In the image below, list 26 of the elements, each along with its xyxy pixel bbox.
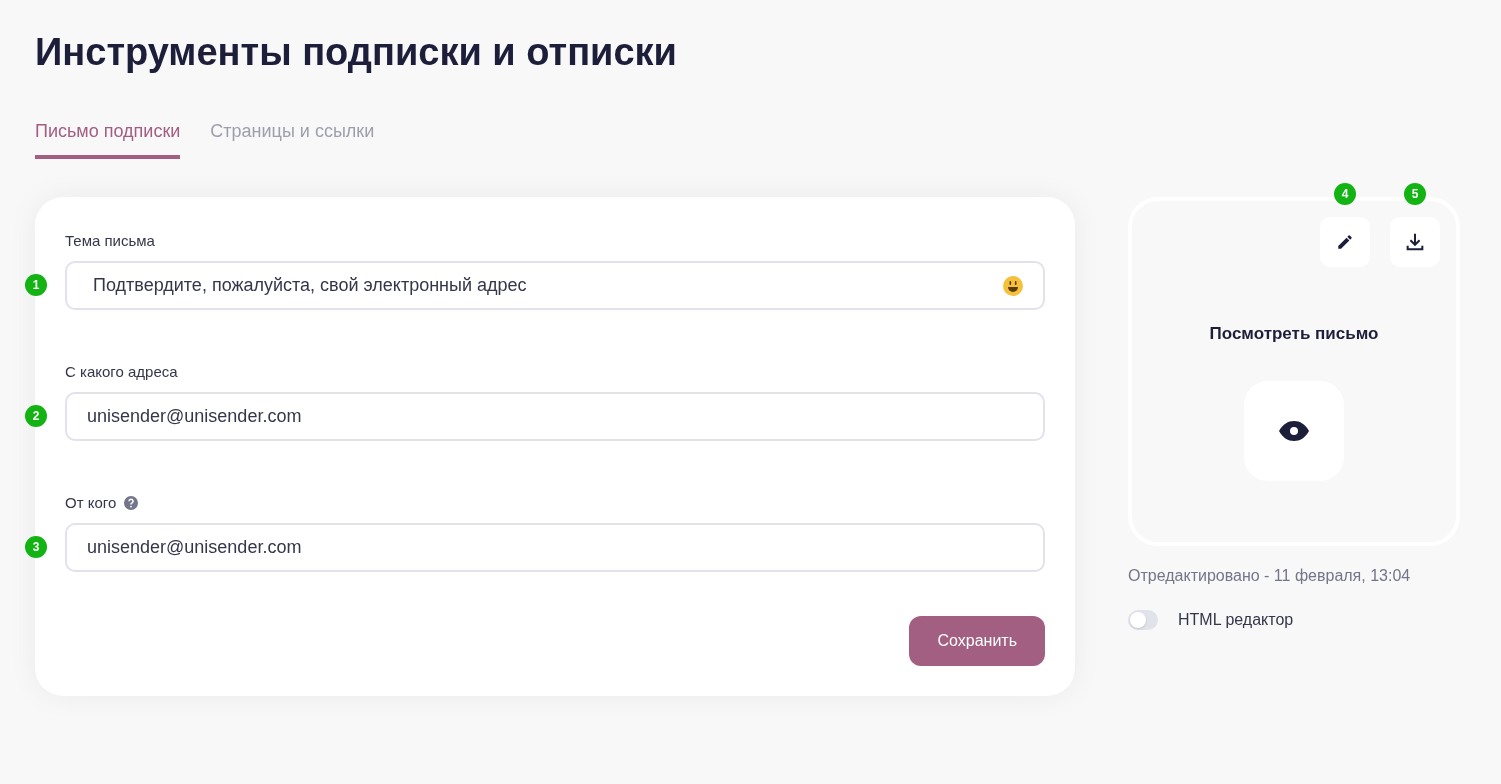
toggle-label: HTML редактор bbox=[1178, 610, 1294, 630]
text-field[interactable]: Подтвердите, пожалуйста, свой электронный адрес bbox=[65, 261, 1045, 310]
preview-title: Посмотреть письмо bbox=[1209, 323, 1379, 345]
field-label: От кого bbox=[65, 493, 117, 513]
number-marker: 4 bbox=[1334, 183, 1356, 205]
number-marker: 2 bbox=[25, 405, 47, 427]
edited-info: Отредактировано - 11 февраля, 13:04 bbox=[1128, 566, 1412, 586]
text-field[interactable]: unisender@unisender.com bbox=[65, 392, 1045, 441]
number-marker: 1 bbox=[25, 274, 47, 296]
emoji-icon[interactable] bbox=[1003, 275, 1023, 296]
number-marker: 3 bbox=[25, 536, 47, 558]
field-label: С какого адреса bbox=[65, 362, 178, 382]
toggle-switch[interactable] bbox=[1128, 610, 1158, 630]
save-button[interactable]: Сохранить bbox=[909, 616, 1045, 666]
field-label: Тема письма bbox=[65, 231, 155, 251]
number-marker: 5 bbox=[1404, 183, 1426, 205]
text-field[interactable]: unisender@unisender.com bbox=[65, 523, 1045, 572]
view-button[interactable] bbox=[1244, 380, 1344, 481]
page-title: Инструменты подписки и отписки bbox=[35, 30, 678, 75]
pencil-icon bbox=[1336, 233, 1354, 251]
eye-icon bbox=[1279, 420, 1309, 441]
edit-button[interactable] bbox=[1320, 217, 1370, 267]
help-icon[interactable] bbox=[124, 496, 139, 511]
tab[interactable]: Письмо подписки bbox=[35, 118, 181, 159]
download-icon bbox=[1404, 231, 1426, 253]
download-button[interactable] bbox=[1390, 217, 1440, 267]
